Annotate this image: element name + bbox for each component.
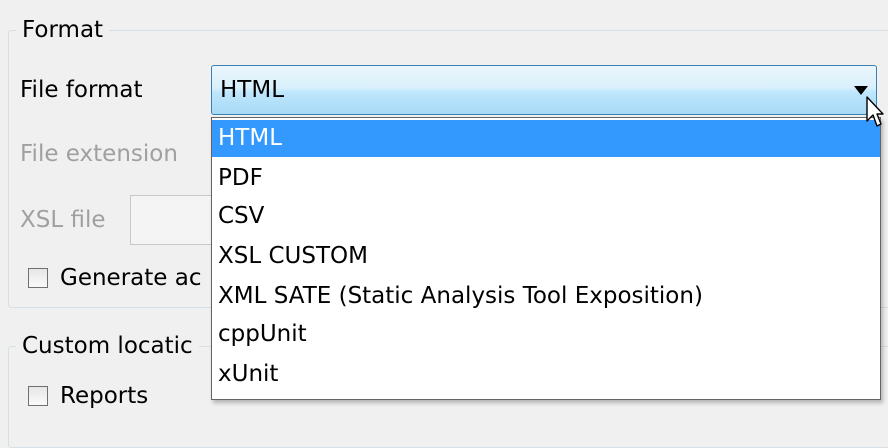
file-format-value: HTML	[220, 77, 285, 103]
option-xml-sate[interactable]: XML SATE (Static Analysis Tool Expositio…	[212, 278, 880, 315]
mouse-pointer-icon	[866, 96, 884, 127]
file-format-dropdown[interactable]: HTML	[211, 65, 877, 115]
chevron-down-icon[interactable]	[854, 86, 868, 95]
xsl-file-input[interactable]	[130, 195, 220, 245]
option-csv[interactable]: CSV	[212, 198, 880, 235]
option-pdf[interactable]: PDF	[212, 160, 880, 197]
reports-checkbox-label[interactable]: Reports	[60, 381, 148, 411]
file-format-options-list: HTML PDF CSV XSL CUSTOM XML SATE (Static…	[211, 117, 881, 400]
generate-checkbox[interactable]	[28, 268, 48, 288]
reports-checkbox[interactable]	[28, 386, 48, 406]
custom-location-group-title: Custom locatic	[16, 332, 199, 360]
xsl-file-label: XSL file	[20, 207, 106, 233]
format-group-title: Format	[16, 16, 110, 44]
file-extension-label: File extension	[20, 141, 178, 167]
option-html[interactable]: HTML	[212, 120, 880, 157]
option-cppunit[interactable]: cppUnit	[212, 316, 880, 353]
option-xsl-custom[interactable]: XSL CUSTOM	[212, 238, 880, 275]
option-xunit[interactable]: xUnit	[212, 356, 880, 393]
generate-checkbox-label[interactable]: Generate ac	[60, 263, 201, 293]
file-format-label: File format	[20, 77, 143, 103]
